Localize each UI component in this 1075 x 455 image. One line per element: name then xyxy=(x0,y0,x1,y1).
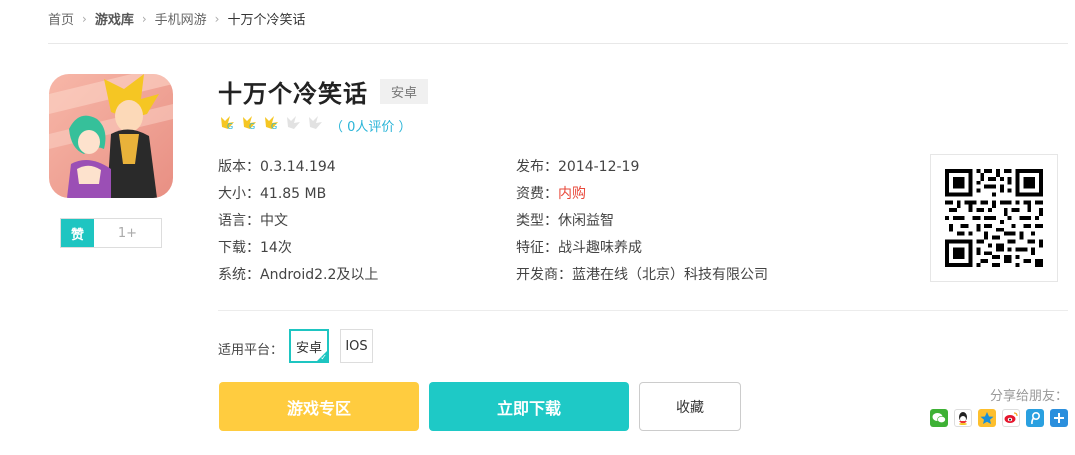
platform-label: 适用平台： xyxy=(218,343,284,358)
app-title: 十万个冷笑话 xyxy=(218,80,368,108)
info-developer: 开发商：蓝港在线（北京）科技有限公司 xyxy=(516,267,768,283)
chevron-right-icon: › xyxy=(141,11,147,26)
info-release: 发布：2014-12-19 xyxy=(516,159,640,175)
breadcrumb-library[interactable]: 游戏库 xyxy=(95,9,134,28)
qzone-icon[interactable] xyxy=(978,409,996,427)
qr-code xyxy=(930,154,1058,282)
rating-star-empty-icon[interactable] xyxy=(284,113,304,133)
share-label: 分享给朋友： xyxy=(990,389,1069,404)
info-feature: 特征：战斗趣味养成 xyxy=(516,240,642,256)
qr-code-icon xyxy=(945,169,1043,267)
more-icon[interactable] xyxy=(1050,409,1068,427)
tencent-weibo-icon[interactable] xyxy=(1026,409,1044,427)
like-count: 1+ xyxy=(117,225,138,241)
app-icon xyxy=(49,74,173,198)
info-version: 版本：0.3.14.194 xyxy=(218,159,336,175)
share-icons xyxy=(930,409,1068,427)
breadcrumb-current: 十万个冷笑话 xyxy=(227,13,306,28)
svg-text:G: G xyxy=(249,122,255,131)
platform-tag: 安卓 xyxy=(380,79,428,104)
rating-stars[interactable]: G G G xyxy=(218,113,326,133)
info-price: 资费：内购 xyxy=(516,186,586,202)
divider xyxy=(48,43,1068,44)
qq-icon[interactable] xyxy=(954,409,972,427)
svg-text:G: G xyxy=(271,122,277,131)
checkmark-icon: ✓ xyxy=(320,353,327,362)
info-type: 类型：休闲益智 xyxy=(516,213,614,229)
breadcrumb-category[interactable]: 手机网游 xyxy=(155,9,207,28)
rating-star-filled-icon[interactable]: G xyxy=(240,113,260,133)
info-size: 大小：41.85 MB xyxy=(218,186,327,202)
rating-star-filled-icon[interactable]: G xyxy=(262,113,282,133)
breadcrumb-home[interactable]: 首页 xyxy=(48,9,74,28)
wechat-icon[interactable] xyxy=(930,409,948,427)
download-button[interactable]: 立即下载 xyxy=(429,382,629,431)
chevron-right-icon: › xyxy=(82,11,87,26)
like-button[interactable]: 赞 xyxy=(61,219,94,247)
info-system: 系统：Android2.2及以上 xyxy=(218,267,379,283)
rating-star-filled-icon[interactable]: G xyxy=(218,113,238,133)
divider xyxy=(218,310,1068,311)
info-language: 语言：中文 xyxy=(218,213,288,229)
svg-text:G: G xyxy=(227,122,233,131)
weibo-icon[interactable] xyxy=(1002,409,1020,427)
platform-option-ios[interactable]: IOS xyxy=(340,329,373,363)
game-zone-button[interactable]: 游戏专区 xyxy=(219,382,419,431)
favorite-button[interactable]: 收藏 xyxy=(639,382,741,431)
rating-count[interactable]: （ 0人评价 ） xyxy=(330,116,412,135)
platform-option-android[interactable]: 安卓 ✓ xyxy=(289,329,329,363)
like-widget[interactable]: 赞 1+ xyxy=(60,218,162,248)
rating-star-empty-icon[interactable] xyxy=(306,113,326,133)
breadcrumb: 首页 › 游戏库 › 手机网游 › 十万个冷笑话 xyxy=(48,9,306,29)
chevron-right-icon: › xyxy=(214,11,220,26)
info-downloads: 下载：14次 xyxy=(218,240,292,256)
